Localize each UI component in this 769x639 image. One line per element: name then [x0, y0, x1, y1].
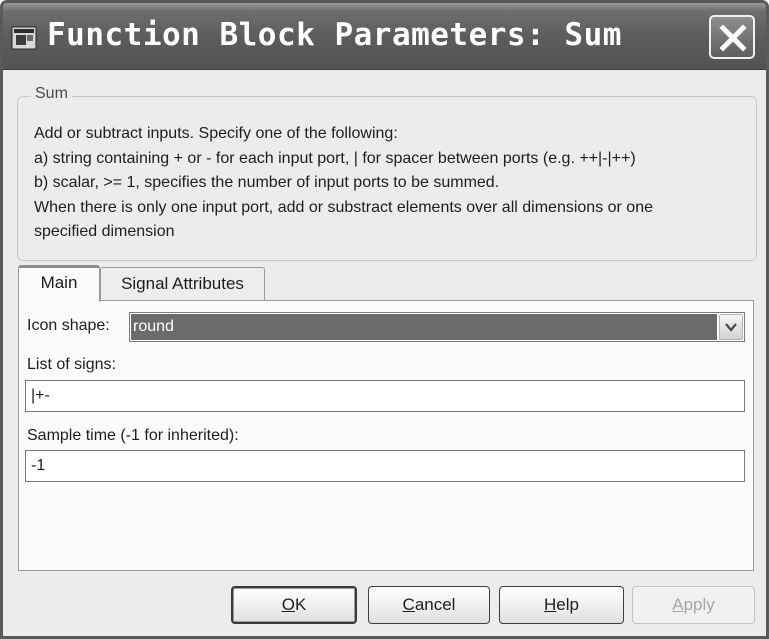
description-line-4: When there is only one input port, add o…: [34, 199, 653, 216]
tab-signal-attributes[interactable]: Signal Attributes: [100, 267, 265, 300]
cancel-button[interactable]: Cancel: [368, 586, 490, 624]
close-icon: [719, 24, 747, 52]
title-bar[interactable]: Function Block Parameters: Sum: [3, 3, 766, 70]
close-button[interactable]: [709, 15, 755, 59]
cancel-mnemonic: C: [402, 595, 415, 614]
ok-button[interactable]: OK: [231, 586, 357, 624]
help-label-rest: elp: [556, 595, 579, 614]
tab-main[interactable]: Main: [18, 265, 100, 302]
description-line-5: specified dimension: [34, 223, 175, 240]
icon-shape-selected-value: round: [131, 314, 717, 340]
ok-label-rest: K: [294, 595, 307, 614]
description-line-2: a) string containing + or - for each inp…: [34, 150, 636, 167]
dialog-window: Function Block Parameters: Sum Sum Add o…: [0, 0, 769, 639]
apply-mnemonic: A: [672, 595, 684, 614]
group-title: Sum: [31, 85, 72, 103]
icon-shape-dropdown-button[interactable]: [719, 314, 743, 340]
ok-mnemonic: O: [281, 595, 295, 614]
cancel-label-rest: ancel: [414, 595, 456, 614]
list-of-signs-input[interactable]: [25, 380, 745, 412]
sample-time-input[interactable]: [25, 450, 745, 482]
description-line-1: Add or subtract inputs. Specify one of t…: [34, 125, 398, 142]
icon-shape-label: Icon shape:: [27, 317, 110, 334]
apply-button[interactable]: Apply: [632, 586, 755, 624]
help-mnemonic: H: [544, 595, 557, 614]
simulink-window-icon[interactable]: [11, 26, 37, 50]
list-of-signs-label: List of signs:: [27, 356, 116, 373]
description-line-3: b) scalar, >= 1, specifies the number of…: [34, 174, 500, 191]
help-button[interactable]: Help: [499, 586, 624, 624]
chevron-down-icon: [725, 323, 737, 332]
icon-shape-select[interactable]: round: [129, 312, 745, 342]
sample-time-label: Sample time (-1 for inherited):: [27, 427, 239, 444]
window-title: Function Block Parameters: Sum: [47, 17, 622, 53]
apply-label-rest: pply: [683, 595, 715, 614]
